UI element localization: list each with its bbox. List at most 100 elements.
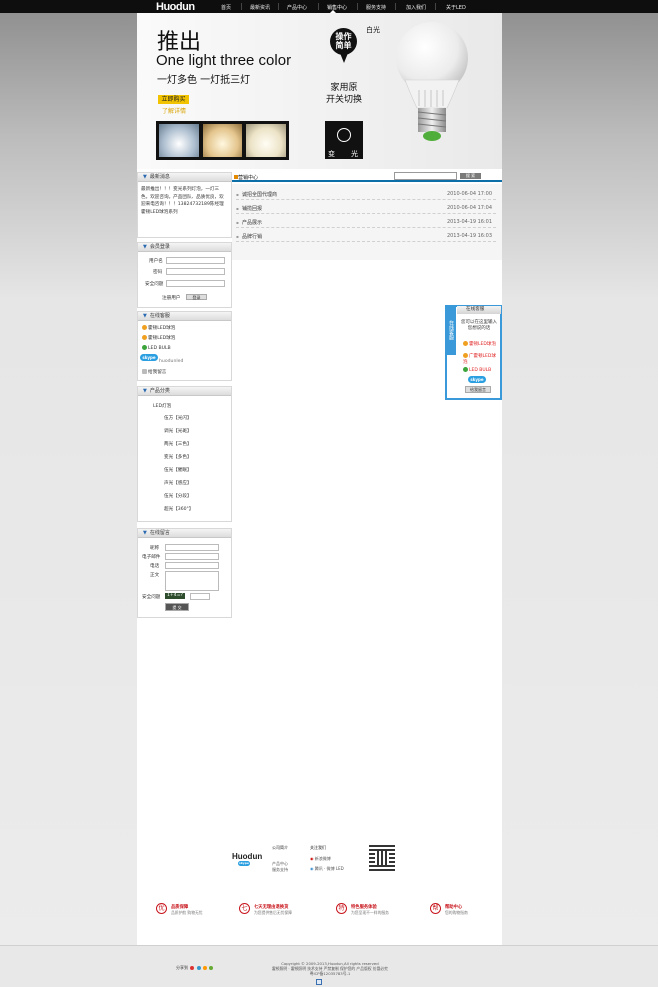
footer-skype-icon[interactable]: skype <box>238 861 250 866</box>
name-field[interactable] <box>165 544 219 551</box>
banner-slogan: 一灯多色 一灯抵三灯 <box>157 75 251 86</box>
panel-header: ▼ 在线客服 <box>138 312 231 321</box>
nav-products[interactable]: 产品中心 <box>287 4 307 11</box>
news-title[interactable]: 产品展示 <box>242 219 262 226</box>
nav-home[interactable]: 首页 <box>221 4 231 11</box>
member-login-panel: ▼ 会员登录 <box>137 242 232 308</box>
footer-logo[interactable]: Huodun <box>232 852 262 861</box>
share-more-icon[interactable] <box>209 966 214 970</box>
promise-subtitle: 为您呈现不一样的服务 <box>351 910 389 915</box>
category-item[interactable]: 伍光【分段】 <box>164 493 192 499</box>
qq-icon <box>463 341 468 346</box>
service-label: LED BULB <box>469 368 492 373</box>
floating-service-tab[interactable]: 在线客服 <box>445 305 456 355</box>
floating-leave-message-button[interactable]: 给我留言 <box>465 386 491 393</box>
phone-field[interactable] <box>165 562 219 569</box>
nav-support[interactable]: 服务支持 <box>366 4 386 11</box>
search-input[interactable] <box>394 172 457 180</box>
security-question-field[interactable] <box>166 280 225 287</box>
qq-icon <box>142 335 147 340</box>
neutral-light-swatch <box>246 124 287 157</box>
floating-msn[interactable]: LED BULB <box>463 367 499 374</box>
service-qq-1[interactable]: 霍顿LED球泡 <box>142 325 175 331</box>
latest-news-panel: ▼ 最新消息 最新推出！！！变光系列灯泡，一灯三色，欢迎咨询。产品团队、品质优良，… <box>137 172 232 238</box>
service-qq-2[interactable]: 霍顿LED球泡 <box>142 335 175 341</box>
category-item[interactable]: 伍光【催眠】 <box>164 467 192 473</box>
about-title: 公司简介 <box>272 845 288 850</box>
news-row[interactable]: ▪ 铺揽回报 2010-06-04 17:04 <box>236 202 496 214</box>
service-label: 霍顿LED球泡 <box>469 342 496 347</box>
category-root[interactable]: LED灯泡 <box>153 403 171 409</box>
floating-service-header: 在线客服 <box>457 306 501 314</box>
leave-message-link[interactable]: 给我留言 <box>142 369 166 375</box>
news-title[interactable]: 品牌行销 <box>242 233 262 240</box>
skype-icon[interactable]: skype <box>140 354 158 361</box>
news-row[interactable]: ▪ 产品展示 2013-04-19 16:01 <box>236 216 496 228</box>
panel-title: 最新消息 <box>149 174 170 180</box>
register-link[interactable]: 注册用户 <box>162 295 180 301</box>
category-item[interactable]: 两光【三色】 <box>164 441 192 447</box>
light-label: 光 <box>351 150 358 158</box>
nav-separator <box>395 3 396 10</box>
news-row[interactable]: ▪ 品牌行销 2013-04-19 16:03 <box>236 230 496 242</box>
nav-news[interactable]: 最新资讯 <box>250 4 270 11</box>
warm-light-swatch <box>202 124 243 157</box>
nav-separator <box>241 3 242 10</box>
bulb-icon <box>337 128 351 142</box>
floating-qq-2[interactable]: 广霍顿LED球泡 <box>463 353 499 365</box>
buy-details-link[interactable]: 了解详情 <box>162 106 186 115</box>
username-field[interactable] <box>166 257 225 264</box>
content-textarea[interactable] <box>165 571 219 591</box>
news-title[interactable]: 铺揽回报 <box>242 205 262 212</box>
nav-join[interactable]: 加入我们 <box>406 4 426 11</box>
security-question-label: 安全问题 <box>145 282 164 287</box>
category-item[interactable]: 声光【感应】 <box>164 480 192 486</box>
service-label: LED BULB <box>148 346 171 351</box>
banner-subtitle: One light three color <box>156 52 292 69</box>
panel-header: ▼ 最新消息 <box>138 173 231 182</box>
weibo-link[interactable]: ◉ 新浪微博 <box>310 856 331 862</box>
category-item[interactable]: 超光【360°】 <box>164 506 193 512</box>
captcha-field[interactable] <box>190 593 210 600</box>
bullet-icon: ▪ <box>236 206 239 211</box>
share-renren-icon[interactable] <box>202 966 207 970</box>
news-row[interactable]: ▪ 诚招全国代理商 2010-06-04 17:00 <box>236 188 496 200</box>
news-date: 2010-06-04 17:00 <box>446 191 492 197</box>
logo[interactable]: Huodun <box>156 1 195 13</box>
content-label: 正文 <box>150 573 160 578</box>
nav-separator <box>318 3 319 10</box>
service-msn[interactable]: LED BULB <box>142 345 171 351</box>
email-field[interactable] <box>165 553 219 560</box>
tencent-weibo-link[interactable]: ◉ 腾讯 · 微博 LED <box>310 866 344 872</box>
buy-now-button[interactable]: 立即购买 <box>158 95 189 104</box>
police-badge-icon <box>316 979 322 985</box>
footer-link[interactable]: 服务支持 <box>272 867 288 873</box>
service-label: 给我留言 <box>148 370 167 375</box>
news-title[interactable]: 诚招全国代理商 <box>242 191 277 198</box>
nav-about[interactable]: 关于LED <box>446 4 466 11</box>
category-item[interactable]: 伍方【光闪】 <box>164 415 192 421</box>
news-date: 2013-04-19 16:03 <box>446 233 492 239</box>
captcha-image: 1+4=? <box>165 593 185 599</box>
category-item[interactable]: 调光【光斑】 <box>164 428 192 434</box>
floating-qq-1[interactable]: 霍顿LED球泡 <box>463 341 499 348</box>
submit-button[interactable]: 提 交 <box>165 603 189 611</box>
phone-label: 电话 <box>150 564 160 569</box>
share-qzone-icon[interactable] <box>196 966 201 970</box>
triangle-icon: ▼ <box>143 530 147 536</box>
password-field[interactable] <box>166 268 225 275</box>
category-item[interactable]: 变光【多色】 <box>164 454 192 460</box>
promise-subtitle: 您的购物指南 <box>445 910 468 915</box>
search-button[interactable]: 搜 索 <box>460 173 481 179</box>
login-button[interactable]: 登录 <box>186 294 207 300</box>
news-date: 2010-06-04 17:04 <box>446 205 492 211</box>
floating-skype-icon[interactable]: skype <box>468 376 486 383</box>
skype-username: huodunled <box>159 359 184 364</box>
qq-icon <box>463 353 468 358</box>
message-security-label: 安全问题 <box>142 595 161 600</box>
share-weibo-icon[interactable] <box>190 966 195 970</box>
share-bar[interactable]: 分享到 <box>176 965 214 971</box>
nav-separator <box>278 3 279 10</box>
panel-title: 会员登录 <box>149 244 170 250</box>
service-label: 霍顿LED球泡 <box>148 336 176 341</box>
